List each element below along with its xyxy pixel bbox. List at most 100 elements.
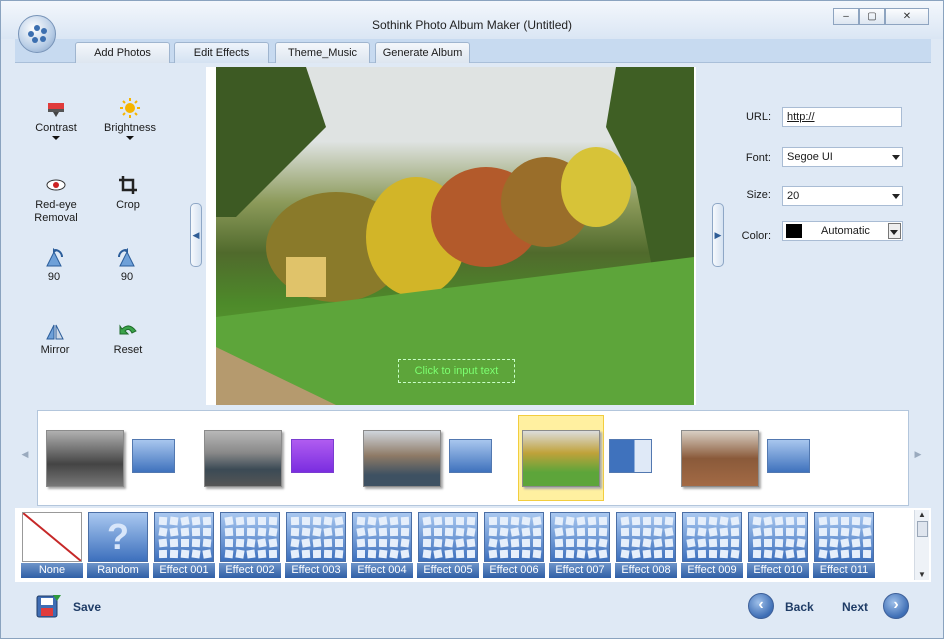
effect-label: Effect 001: [153, 563, 215, 578]
save-button[interactable]: Save: [73, 600, 101, 614]
photo-preview-frame: [206, 67, 696, 405]
scroll-down-icon[interactable]: ▼: [915, 570, 929, 579]
undo-icon: [117, 319, 139, 341]
eye-icon: [45, 174, 67, 196]
photo-thumbnail-4[interactable]: [522, 430, 600, 487]
photo-thumbnail-1[interactable]: [46, 430, 124, 487]
font-select[interactable]: Segoe UI: [782, 147, 903, 167]
transition-thumbnail-5[interactable]: [767, 439, 810, 473]
effect-item-effect-008[interactable]: Effect 008: [615, 512, 677, 580]
effect-item-effect-001[interactable]: Effect 001: [153, 512, 215, 580]
tab-add-photos[interactable]: Add Photos: [75, 42, 170, 63]
rotate-right-icon: [116, 246, 138, 268]
color-value: Automatic: [821, 225, 870, 237]
font-value: Segoe UI: [787, 151, 833, 163]
effect-label: Effect 008: [615, 563, 677, 578]
filmstrip-right-arrow[interactable]: ▶: [911, 449, 925, 467]
next-photo-arrow[interactable]: ▶: [712, 203, 724, 267]
close-button[interactable]: ✕: [885, 8, 929, 25]
effect-item-effect-009[interactable]: Effect 009: [681, 512, 743, 580]
effect-item-effect-004[interactable]: Effect 004: [351, 512, 413, 580]
effect-label: Effect 005: [417, 563, 479, 578]
app-window: Sothink Photo Album Maker (Untitled) – ▢…: [0, 0, 944, 639]
color-select[interactable]: Automatic: [782, 221, 903, 241]
tab-edit-effects[interactable]: Edit Effects: [174, 42, 269, 63]
mirror-label: Mirror: [40, 344, 70, 356]
caption-text-input[interactable]: Click to input text: [398, 359, 515, 383]
effect-preview-icon: [286, 512, 346, 562]
chevron-down-icon: [890, 230, 898, 235]
contrast-tool[interactable]: Contrast: [26, 97, 86, 140]
url-label: URL:: [745, 111, 771, 123]
photo-preview: [216, 67, 694, 405]
rotate-right-label: 90: [120, 271, 134, 283]
font-label: Font:: [745, 152, 771, 164]
brightness-tool[interactable]: Brightness: [100, 97, 160, 140]
next-arrow-icon[interactable]: ›: [883, 593, 909, 619]
transition-thumbnail-4[interactable]: [609, 439, 652, 473]
photo-filmstrip: [37, 410, 909, 506]
tab-generate-album[interactable]: Generate Album: [375, 42, 470, 63]
rotate-left-tool[interactable]: 90: [24, 246, 84, 284]
app-logo-icon[interactable]: [18, 15, 56, 53]
mirror-icon: [44, 319, 66, 341]
red-eye-tool[interactable]: Red-eye Removal: [26, 174, 86, 225]
transition-thumbnail-3[interactable]: [449, 439, 492, 473]
effect-label: None: [21, 563, 83, 578]
effect-preview-icon: [550, 512, 610, 562]
chevron-down-icon[interactable]: [126, 136, 134, 140]
transition-thumbnail-1[interactable]: [132, 439, 175, 473]
chevron-down-icon[interactable]: [52, 136, 60, 140]
effect-item-effect-005[interactable]: Effect 005: [417, 512, 479, 580]
next-button[interactable]: Next: [842, 600, 868, 614]
effect-item-effect-003[interactable]: Effect 003: [285, 512, 347, 580]
effect-item-effect-011[interactable]: Effect 011: [813, 512, 875, 580]
sun-icon: [119, 97, 141, 119]
reset-label: Reset: [113, 344, 143, 356]
photo-thumbnail-2[interactable]: [204, 430, 282, 487]
photo-thumbnail-5[interactable]: [681, 430, 759, 487]
save-icon[interactable]: [35, 593, 63, 619]
brightness-label: Brightness: [104, 122, 156, 134]
crop-icon: [117, 174, 139, 196]
rotate-left-label: 90: [47, 271, 61, 283]
effect-preview-icon: [154, 512, 214, 562]
reset-tool[interactable]: Reset: [98, 319, 158, 357]
question-mark-icon: ?: [88, 512, 148, 562]
effect-preview-icon: [418, 512, 478, 562]
effect-item-effect-010[interactable]: Effect 010: [747, 512, 809, 580]
back-button[interactable]: Back: [785, 600, 814, 614]
effect-item-effect-006[interactable]: Effect 006: [483, 512, 545, 580]
url-input[interactable]: http://: [782, 107, 902, 127]
no-effect-icon: [22, 512, 82, 562]
maximize-button[interactable]: ▢: [859, 8, 885, 25]
window-title: Sothink Photo Album Maker (Untitled): [371, 18, 573, 32]
transition-thumbnail-2[interactable]: [291, 439, 334, 473]
contrast-label: Contrast: [35, 122, 77, 134]
size-label: Size:: [746, 189, 771, 201]
effects-scrollbar[interactable]: ▲ ▼: [914, 510, 929, 580]
crop-tool[interactable]: Crop: [98, 174, 158, 212]
tab-strip: Add Photos Edit Effects Theme_Music Gene…: [15, 39, 931, 63]
previous-photo-arrow[interactable]: ◀: [190, 203, 202, 267]
effect-label: Effect 011: [813, 563, 875, 578]
effect-preview-icon: [682, 512, 742, 562]
size-select[interactable]: 20: [782, 186, 903, 206]
effect-item-random[interactable]: ? Random: [87, 512, 149, 580]
bottom-bar: Save ‹ Back Next ›: [15, 583, 931, 631]
tab-theme-music[interactable]: Theme_Music: [275, 42, 370, 63]
effect-item-effect-007[interactable]: Effect 007: [549, 512, 611, 580]
photo-thumbnail-3[interactable]: [363, 430, 441, 487]
scroll-up-icon[interactable]: ▲: [915, 510, 929, 519]
back-arrow-icon[interactable]: ‹: [748, 593, 774, 619]
effect-item-effect-002[interactable]: Effect 002: [219, 512, 281, 580]
scroll-thumb[interactable]: [916, 521, 928, 537]
filmstrip-left-arrow[interactable]: ◀: [18, 449, 32, 467]
effect-label: Effect 004: [351, 563, 413, 578]
rotate-right-tool[interactable]: 90: [97, 246, 157, 284]
title-bar: Sothink Photo Album Maker (Untitled) – ▢…: [1, 1, 943, 39]
mirror-tool[interactable]: Mirror: [25, 319, 85, 357]
effect-preview-icon: [814, 512, 874, 562]
minimize-button[interactable]: –: [833, 8, 859, 25]
effect-item-none[interactable]: None: [21, 512, 83, 580]
